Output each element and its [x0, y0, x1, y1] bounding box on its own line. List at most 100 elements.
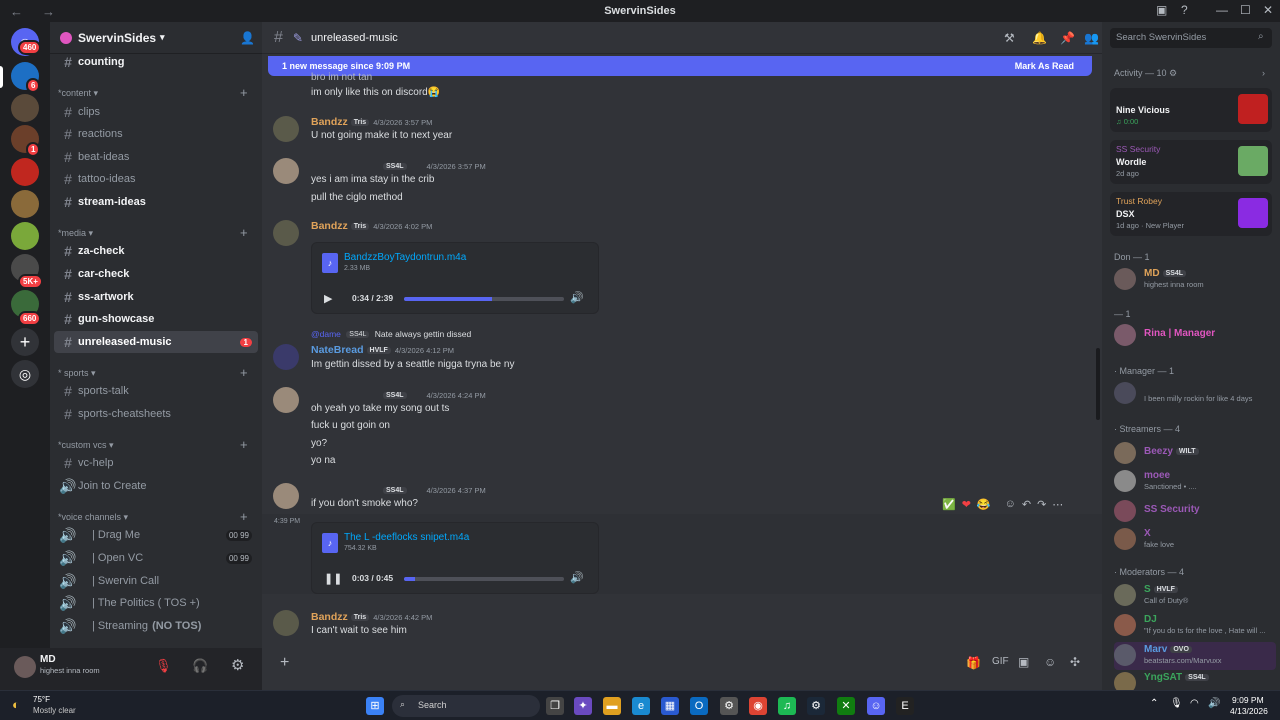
avatar[interactable]: [273, 116, 299, 142]
server-icon[interactable]: [11, 222, 39, 250]
copilot-icon[interactable]: ✦: [574, 697, 592, 715]
maximize-icon[interactable]: ☐: [1240, 3, 1251, 17]
task-view-icon[interactable]: ❐: [546, 697, 564, 715]
clock-time[interactable]: 9:09 PM: [1232, 695, 1264, 705]
avatar[interactable]: [273, 387, 299, 413]
avatar[interactable]: [273, 483, 299, 509]
member-item[interactable]: DJ "If you do ts for the love , Hate wil…: [1114, 612, 1276, 640]
file-explorer-icon[interactable]: ▬: [603, 697, 621, 715]
add-attachment-icon[interactable]: +: [280, 654, 289, 672]
gift-icon[interactable]: 🎁: [966, 656, 981, 670]
threads-icon[interactable]: ⚒: [1004, 31, 1015, 45]
add-server-icon[interactable]: +: [11, 328, 39, 356]
message-author[interactable]: NateBread HVLF 4/3/2026 4:12 PM: [311, 344, 454, 356]
avatar[interactable]: [273, 220, 299, 246]
reply-preview[interactable]: @dame SS4L Nate always gettin dissed: [311, 329, 471, 339]
start-icon[interactable]: ⊞: [366, 697, 384, 715]
taskbar-search[interactable]: ⌕ Search: [392, 695, 540, 717]
member-item[interactable]: I been milly rockin for like 4 days: [1114, 380, 1276, 408]
voice-channel-the-politics[interactable]: 🔊 | The Politics ( TOS +): [54, 592, 258, 614]
member-item[interactable]: Rina | Manager: [1114, 322, 1276, 350]
minimize-icon[interactable]: —: [1216, 3, 1228, 17]
category-header[interactable]: *media ▾ +: [58, 225, 248, 240]
explore-icon[interactable]: ◎: [11, 360, 39, 388]
volume-icon[interactable]: 🔊: [570, 291, 584, 304]
activity-header[interactable]: Activity — 10 ⚙ ›: [1114, 68, 1265, 79]
settings-gear-icon[interactable]: ⚙: [231, 656, 244, 674]
add-member-icon[interactable]: 👤: [240, 31, 255, 45]
channel-ss-artwork[interactable]: # ss-artwork: [54, 286, 258, 308]
search-input[interactable]: Search SwervinSides: [1110, 28, 1272, 48]
voice-channel-open-vc[interactable]: 🔊 | Open VC 00 99: [54, 547, 258, 569]
volume-icon[interactable]: 🔊: [570, 571, 584, 584]
voice-channel-streaming[interactable]: 🔊 | Streaming (NO TOS): [54, 615, 258, 637]
steam-icon[interactable]: ⚙: [807, 697, 825, 715]
edge-icon[interactable]: e: [632, 697, 650, 715]
channel-sports-talk[interactable]: # sports-talk: [54, 380, 258, 402]
volume-icon[interactable]: 🔊: [1208, 698, 1220, 709]
category-header[interactable]: * sports ▾ +: [58, 365, 248, 380]
channel-unreleased-music[interactable]: # unreleased-music 1: [54, 331, 258, 353]
message-author[interactable]: SS4L 4/3/2026 3:57 PM: [380, 160, 486, 172]
attachment-filename[interactable]: The L -deeflocks snipet.m4a: [344, 532, 469, 543]
discord-taskbar-icon[interactable]: ☺: [867, 697, 885, 715]
channel-tattoo-ideas[interactable]: # tattoo-ideas: [54, 168, 258, 190]
chrome-icon[interactable]: ◉: [749, 697, 767, 715]
channel-stream-ideas[interactable]: # stream-ideas: [54, 191, 258, 213]
message-input[interactable]: [302, 652, 962, 676]
wifi-icon[interactable]: ◠: [1190, 698, 1199, 709]
microphone-icon[interactable]: 🎙: [1170, 698, 1183, 709]
scrollbar-thumb[interactable]: [1096, 348, 1100, 420]
add-channel-icon[interactable]: +: [240, 509, 248, 524]
voice-channel-swervin-call[interactable]: 🔊 | Swervin Call: [54, 570, 258, 592]
channel-za-check[interactable]: # za-check: [54, 240, 258, 262]
clock-date[interactable]: 4/13/2026: [1230, 706, 1268, 716]
category-header[interactable]: *voice channels ▾ +: [58, 509, 248, 524]
headphones-icon[interactable]: 🎧: [192, 658, 208, 674]
help-icon[interactable]: ?: [1181, 3, 1188, 17]
server-header[interactable]: SwervinSides ▾ 👤: [50, 22, 262, 54]
emoji-icon[interactable]: ☺: [1044, 655, 1056, 669]
apps-icon[interactable]: ✣: [1070, 655, 1080, 669]
add-channel-icon[interactable]: +: [240, 365, 248, 380]
member-item[interactable]: MD SS4L highest inna room: [1114, 266, 1276, 294]
spotify-icon[interactable]: ♫: [778, 697, 796, 715]
mute-icon[interactable]: 🎙: [155, 658, 172, 674]
server-icon[interactable]: [11, 94, 39, 122]
server-icon[interactable]: [11, 190, 39, 218]
channel-clips[interactable]: # clips: [54, 101, 258, 123]
attachment-filename[interactable]: BandzzBoyTaydontrun.m4a: [344, 252, 466, 263]
new-message-bar[interactable]: 1 new message since 9:09 PM Mark As Read: [268, 56, 1092, 76]
message-author[interactable]: Bandzz Tris 4/3/2026 3:57 PM: [311, 116, 432, 128]
member-item[interactable]: Beezy WILT: [1114, 440, 1276, 468]
category-header[interactable]: *custom vcs ▾ +: [58, 437, 248, 452]
channel-sports-cheatsheets[interactable]: # sports-cheatsheets: [54, 403, 258, 425]
member-list-icon[interactable]: 👥: [1084, 31, 1099, 45]
category-header[interactable]: *content ▾ +: [58, 85, 248, 100]
pin-icon[interactable]: 📌: [1060, 31, 1075, 45]
outlook-icon[interactable]: O: [690, 697, 708, 715]
server-icon[interactable]: [11, 158, 39, 186]
avatar[interactable]: [273, 610, 299, 636]
channel-gun-showcase[interactable]: # gun-showcase: [54, 308, 258, 330]
activity-card[interactable]: Nine Vicious ♫ 0:00: [1110, 88, 1272, 132]
chevron-right-icon[interactable]: ›: [1262, 68, 1265, 78]
close-icon[interactable]: ✕: [1263, 3, 1273, 17]
audio-progress-bar[interactable]: [404, 297, 564, 301]
member-item[interactable]: X fake love: [1114, 526, 1276, 554]
pause-icon[interactable]: ❚❚: [324, 572, 342, 585]
play-icon[interactable]: ▶: [324, 292, 332, 305]
audio-progress-bar[interactable]: [404, 577, 564, 581]
member-item[interactable]: S HVLF Call of Duty®: [1114, 582, 1276, 610]
app-icon[interactable]: ⚙: [720, 697, 738, 715]
store-icon[interactable]: ▦: [661, 697, 679, 715]
member-item[interactable]: Marv OVO beatstars.com/Marvuxx: [1114, 642, 1276, 670]
xbox-icon[interactable]: ✕: [837, 697, 855, 715]
activity-card[interactable]: SS Security Wordle 2d ago: [1110, 140, 1272, 184]
epic-games-icon[interactable]: E: [896, 697, 914, 715]
avatar[interactable]: [273, 344, 299, 370]
activity-card[interactable]: Trust Robey DSX 1d ago · New Player: [1110, 192, 1272, 236]
message-author[interactable]: SS4L 4/3/2026 4:24 PM: [380, 389, 486, 401]
message-author[interactable]: Bandzz Tris 4/3/2026 4:42 PM: [311, 611, 432, 623]
voice-channel-join-to-create[interactable]: 🔊 Join to Create: [54, 475, 258, 497]
